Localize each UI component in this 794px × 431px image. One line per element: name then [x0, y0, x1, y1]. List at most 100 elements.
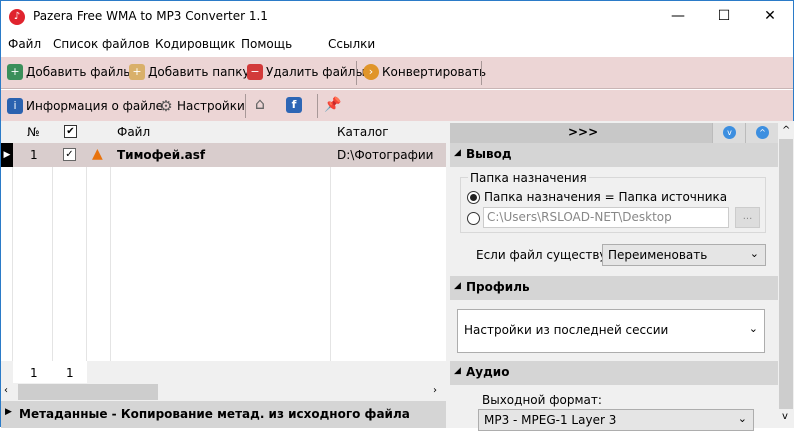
settings-label: Настройки	[177, 99, 245, 113]
section-output[interactable]: ◢ Вывод	[450, 143, 778, 167]
file-info-button[interactable]: i Информация о файле	[7, 98, 163, 114]
file-exists-select[interactable]: Переименовать ⌄	[602, 244, 766, 266]
expand-icon: ▶	[5, 407, 12, 417]
remove-files-icon: −	[247, 64, 263, 80]
menu-links[interactable]: Ссылки	[328, 37, 375, 51]
header-folder[interactable]: Каталог	[337, 125, 389, 139]
collapse-all-button[interactable]: v	[712, 123, 745, 143]
footer-count: 1	[30, 366, 38, 380]
chevron-down-icon: ⌄	[737, 412, 747, 425]
pin-icon: 📌	[324, 97, 342, 113]
vertical-scrollbar[interactable]: ^ v	[778, 121, 794, 428]
remove-files-button[interactable]: − Удалить файлы	[247, 64, 365, 80]
gear-icon: ⚙	[159, 97, 173, 115]
output-format-select[interactable]: MP3 - MPEG-1 Layer 3 ⌄	[478, 409, 754, 431]
vlc-icon: ▲	[92, 146, 103, 162]
scroll-right-icon[interactable]: ›	[433, 385, 437, 396]
audio-title: Аудио	[466, 365, 510, 379]
convert-icon: ›	[363, 64, 379, 80]
add-files-icon: +	[7, 64, 23, 80]
facebook-button[interactable]: f	[286, 97, 302, 113]
app-icon: ♪	[9, 9, 25, 25]
radio-custom-folder[interactable]	[467, 212, 480, 225]
collapse-icon: ◢	[454, 148, 461, 158]
profile-value: Настройки из последней сессии	[464, 323, 669, 337]
window-title: Pazera Free WMA to MP3 Converter 1.1	[33, 9, 268, 23]
metadata-section[interactable]: ▶ Метаданные - Копирование метад. из исх…	[1, 401, 446, 428]
row-checkbox[interactable]: ✓	[63, 148, 76, 161]
section-audio[interactable]: ◢ Аудио	[450, 361, 778, 385]
convert-button[interactable]: › Конвертировать	[363, 64, 486, 80]
collapse-icon: ◢	[454, 366, 461, 376]
toolbar-separator	[245, 94, 246, 118]
settings-button[interactable]: ⚙ Настройки	[158, 98, 245, 114]
add-folder-icon: +	[129, 64, 145, 80]
title-bar: ♪ Pazera Free WMA to MP3 Converter 1.1 —…	[1, 1, 793, 33]
header-file[interactable]: Файл	[117, 125, 150, 139]
radio-source-label: Папка назначения = Папка источника	[484, 190, 728, 204]
secondary-toolbar: i Информация о файле ⚙ Настройки ⌂ f 📌	[1, 90, 793, 121]
facebook-icon: f	[286, 97, 302, 113]
home-button[interactable]: ⌂	[252, 96, 268, 112]
scroll-left-icon[interactable]: ‹	[4, 385, 8, 396]
section-profile[interactable]: ◢ Профиль	[450, 276, 778, 300]
menu-help[interactable]: Помощь	[241, 37, 292, 51]
chevron-down-icon: ⌄	[749, 247, 759, 260]
toolbar-separator	[356, 61, 357, 85]
chevron-down-icon: v	[723, 126, 736, 139]
row-file: Тимофей.asf	[117, 148, 206, 162]
grid-footer: 1 1	[1, 361, 446, 383]
scroll-down-icon[interactable]: v	[782, 411, 788, 422]
toolbar-separator	[481, 61, 482, 85]
profile-select[interactable]: Настройки из последней сессии ⌄	[457, 309, 765, 353]
expand-panel-button[interactable]: >>>	[568, 125, 598, 139]
remove-files-label: Удалить файлы	[266, 65, 365, 79]
add-folder-label: Добавить папку	[148, 65, 250, 79]
convert-label: Конвертировать	[382, 65, 487, 79]
scroll-thumb[interactable]	[779, 139, 793, 409]
footer-checked-count: 1	[66, 366, 74, 380]
scroll-thumb[interactable]	[18, 384, 158, 400]
browse-button[interactable]: ...	[735, 207, 760, 228]
destination-group-label: Папка назначения	[468, 171, 589, 185]
header-num[interactable]: №	[27, 125, 39, 139]
chevron-down-icon: ⌄	[748, 322, 758, 335]
row-num: 1	[30, 148, 38, 162]
profile-title: Профиль	[466, 280, 530, 294]
horizontal-scrollbar[interactable]: ‹ ›	[1, 383, 446, 401]
row-folder: D:\Фотографии	[337, 148, 434, 162]
menu-bar: Файл Список файлов Кодировщик Помощь Ссы…	[1, 33, 793, 57]
add-files-label: Добавить файлы	[26, 65, 133, 79]
settings-panel: >>> v ^ ◢ Вывод Папка назначения Папка на…	[450, 121, 778, 431]
expand-all-button[interactable]: ^	[745, 123, 778, 143]
main-toolbar: + Добавить файлы + Добавить папку − Удалить…	[1, 57, 793, 89]
file-info-label: Информация о файле	[26, 99, 164, 113]
file-exists-value: Переименовать	[608, 248, 708, 262]
scroll-up-icon[interactable]: ^	[782, 125, 790, 136]
menu-file-list[interactable]: Список файлов	[53, 37, 150, 51]
grid-header: № ✔ Файл Каталог	[1, 121, 446, 143]
radio-source-folder[interactable]	[467, 191, 480, 204]
panel-header: >>> v ^	[450, 123, 778, 143]
info-icon: i	[7, 98, 23, 114]
add-folder-button[interactable]: + Добавить папку	[129, 64, 250, 80]
menu-encoder[interactable]: Кодировщик	[155, 37, 235, 51]
table-row[interactable]: ▶ 1 ✓ ▲ Тимофей.asf D:\Фотографии	[1, 143, 446, 167]
toolbar-separator	[317, 94, 318, 118]
close-button[interactable]: ✕	[747, 1, 793, 31]
pin-button[interactable]: 📌	[324, 97, 342, 113]
row-indicator-icon: ▶	[1, 143, 13, 167]
output-title: Вывод	[466, 147, 512, 161]
chevron-up-icon: ^	[756, 126, 769, 139]
file-grid[interactable]: № ✔ Файл Каталог ▶ 1 ✓ ▲ Тимофей.asf D:\…	[1, 121, 446, 361]
menu-file[interactable]: Файл	[8, 37, 41, 51]
minimize-button[interactable]: —	[655, 1, 701, 31]
collapse-icon: ◢	[454, 281, 461, 291]
check-all-checkbox[interactable]: ✔	[64, 125, 77, 138]
home-icon: ⌂	[254, 94, 266, 113]
maximize-button[interactable]: ☐	[701, 1, 747, 31]
metadata-title: Метаданные - Копирование метад. из исход…	[19, 407, 410, 421]
output-path-input[interactable]: C:\Users\RSLOAD-NET\Desktop	[483, 207, 729, 228]
add-files-button[interactable]: + Добавить файлы	[7, 64, 133, 80]
output-format-value: MP3 - MPEG-1 Layer 3	[484, 413, 617, 427]
